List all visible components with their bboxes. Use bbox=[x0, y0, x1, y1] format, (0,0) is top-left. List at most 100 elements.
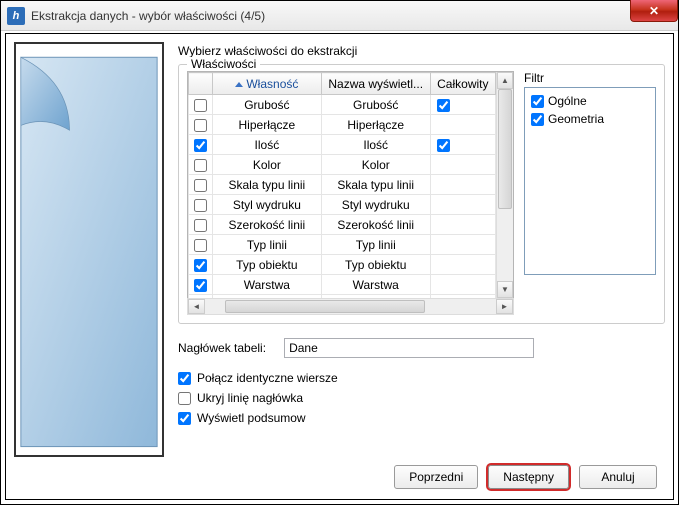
display-name-cell[interactable]: Grubość bbox=[321, 95, 430, 115]
display-name-cell[interactable]: Szerokość linii bbox=[321, 215, 430, 235]
column-total[interactable]: Całkowity bbox=[430, 73, 495, 95]
display-name-cell[interactable]: Hiperłącze bbox=[321, 115, 430, 135]
total-cell bbox=[430, 115, 495, 135]
table-row[interactable]: Typ obiektuTyp obiektu bbox=[189, 255, 496, 275]
display-name-cell[interactable]: Styl wydruku bbox=[321, 195, 430, 215]
property-cell: Warstwa bbox=[212, 275, 321, 295]
scroll-up-button[interactable]: ▲ bbox=[497, 72, 513, 89]
options-group: Połącz identyczne wiersze Ukryj linię na… bbox=[178, 368, 665, 428]
filter-checkbox[interactable] bbox=[531, 113, 544, 126]
row-include-checkbox[interactable] bbox=[194, 259, 207, 272]
filter-section: Filtr Ogólne Geometria bbox=[524, 71, 656, 315]
property-cell: Centrum X bbox=[212, 295, 321, 299]
table-row[interactable]: KolorKolor bbox=[189, 155, 496, 175]
show-summary-label: Wyświetl podsumow bbox=[197, 411, 306, 425]
scroll-thumb[interactable] bbox=[498, 89, 512, 209]
sort-asc-icon bbox=[235, 82, 243, 87]
app-icon: h bbox=[7, 7, 25, 25]
display-name-cell[interactable]: Kolor bbox=[321, 155, 430, 175]
hide-header-label: Ukryj linię nagłówka bbox=[197, 391, 303, 405]
column-property-label: Własność bbox=[246, 77, 298, 91]
total-cell bbox=[430, 255, 495, 275]
scroll-left-button[interactable]: ◄ bbox=[188, 299, 205, 314]
table-row[interactable]: Centrum XCentrum X bbox=[189, 295, 496, 299]
total-cell bbox=[430, 215, 495, 235]
vertical-scrollbar[interactable]: ▲ ▼ bbox=[496, 72, 513, 298]
row-include-checkbox[interactable] bbox=[194, 219, 207, 232]
column-checkbox[interactable] bbox=[189, 73, 213, 95]
table-row[interactable]: Typ liniiTyp linii bbox=[189, 235, 496, 255]
properties-table-container: Własność Nazwa wyświetl... Całkowity Gru… bbox=[187, 71, 514, 299]
total-cell bbox=[430, 195, 495, 215]
total-checkbox[interactable] bbox=[437, 139, 450, 152]
property-cell: Szerokość linii bbox=[212, 215, 321, 235]
total-checkbox[interactable] bbox=[437, 99, 450, 112]
right-panel: Wybierz właściwości do ekstrakcji Właści… bbox=[178, 42, 665, 491]
content-area: Wybierz właściwości do ekstrakcji Właści… bbox=[5, 33, 674, 500]
scroll-right-button[interactable]: ► bbox=[496, 299, 513, 314]
display-name-cell[interactable]: Warstwa bbox=[321, 275, 430, 295]
row-include-checkbox[interactable] bbox=[194, 159, 207, 172]
previous-button[interactable]: Poprzedni bbox=[394, 465, 478, 489]
hide-header-checkbox[interactable] bbox=[178, 392, 191, 405]
filter-item[interactable]: Geometria bbox=[531, 110, 649, 128]
hscroll-track[interactable] bbox=[205, 299, 496, 314]
property-cell: Styl wydruku bbox=[212, 195, 321, 215]
cancel-button[interactable]: Anuluj bbox=[579, 465, 657, 489]
table-row[interactable]: HiperłączeHiperłącze bbox=[189, 115, 496, 135]
display-name-cell[interactable]: Ilość bbox=[321, 135, 430, 155]
row-include-checkbox[interactable] bbox=[194, 139, 207, 152]
preview-pane bbox=[14, 42, 164, 457]
merge-rows-label: Połącz identyczne wiersze bbox=[197, 371, 338, 385]
hscroll-thumb[interactable] bbox=[225, 300, 425, 313]
filter-checkbox[interactable] bbox=[531, 95, 544, 108]
total-cell bbox=[430, 235, 495, 255]
display-name-cell[interactable]: Centrum X bbox=[321, 295, 430, 299]
close-icon: ✕ bbox=[649, 4, 659, 18]
table-row[interactable]: GrubośćGrubość bbox=[189, 95, 496, 115]
property-cell: Skala typu linii bbox=[212, 175, 321, 195]
table-row[interactable]: Styl wydrukuStyl wydruku bbox=[189, 195, 496, 215]
filter-list: Ogólne Geometria bbox=[524, 87, 656, 275]
titlebar: h Ekstrakcja danych - wybór właściwości … bbox=[1, 1, 678, 31]
row-include-checkbox[interactable] bbox=[194, 199, 207, 212]
property-cell: Typ obiektu bbox=[212, 255, 321, 275]
properties-table: Własność Nazwa wyświetl... Całkowity Gru… bbox=[188, 72, 496, 298]
row-include-checkbox[interactable] bbox=[194, 179, 207, 192]
table-header-row: Nagłówek tabeli: bbox=[178, 338, 665, 358]
filter-item[interactable]: Ogólne bbox=[531, 92, 649, 110]
window-title: Ekstrakcja danych - wybór właściwości (4… bbox=[31, 9, 265, 23]
wizard-window: h Ekstrakcja danych - wybór właściwości … bbox=[0, 0, 679, 505]
table-header-label: Nagłówek tabeli: bbox=[178, 341, 266, 355]
property-cell: Hiperłącze bbox=[212, 115, 321, 135]
row-include-checkbox[interactable] bbox=[194, 279, 207, 292]
row-include-checkbox[interactable] bbox=[194, 119, 207, 132]
scroll-down-button[interactable]: ▼ bbox=[497, 281, 513, 298]
merge-rows-checkbox[interactable] bbox=[178, 372, 191, 385]
show-summary-checkbox[interactable] bbox=[178, 412, 191, 425]
row-include-checkbox[interactable] bbox=[194, 99, 207, 112]
scroll-track[interactable] bbox=[497, 89, 513, 281]
display-name-cell[interactable]: Skala typu linii bbox=[321, 175, 430, 195]
row-include-checkbox[interactable] bbox=[194, 239, 207, 252]
display-name-cell[interactable]: Typ obiektu bbox=[321, 255, 430, 275]
next-button[interactable]: Następny bbox=[488, 465, 569, 489]
close-button[interactable]: ✕ bbox=[630, 0, 678, 22]
filter-item-label: Geometria bbox=[548, 112, 604, 126]
total-cell bbox=[430, 275, 495, 295]
table-row[interactable]: IlośćIlość bbox=[189, 135, 496, 155]
total-cell bbox=[430, 155, 495, 175]
horizontal-scrollbar[interactable]: ◄ ► bbox=[187, 298, 514, 315]
column-display-name[interactable]: Nazwa wyświetl... bbox=[321, 73, 430, 95]
wizard-buttons: Poprzedni Następny Anuluj bbox=[394, 465, 657, 489]
total-cell bbox=[430, 135, 495, 155]
table-row[interactable]: Szerokość liniiSzerokość linii bbox=[189, 215, 496, 235]
instruction-text: Wybierz właściwości do ekstrakcji bbox=[178, 44, 665, 58]
table-row[interactable]: WarstwaWarstwa bbox=[189, 275, 496, 295]
display-name-cell[interactable]: Typ linii bbox=[321, 235, 430, 255]
table-row[interactable]: Skala typu liniiSkala typu linii bbox=[189, 175, 496, 195]
filter-legend: Filtr bbox=[524, 71, 656, 85]
table-header-input[interactable] bbox=[284, 338, 534, 358]
column-property[interactable]: Własność bbox=[212, 73, 321, 95]
total-cell bbox=[430, 295, 495, 299]
